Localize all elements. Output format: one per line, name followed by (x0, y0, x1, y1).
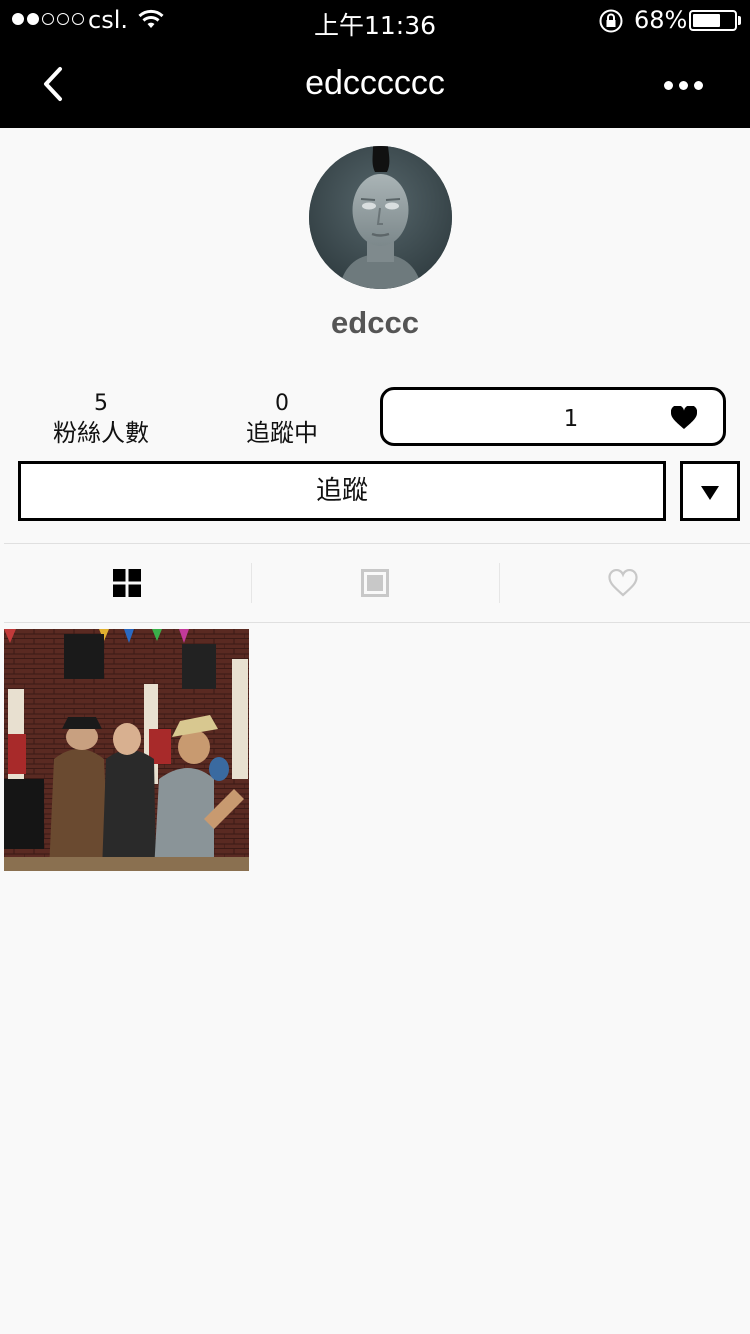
profile-username: edccc (331, 305, 419, 340)
post-thumbnail[interactable] (4, 629, 249, 871)
battery-percent: 68% (634, 6, 688, 34)
triangle-down-icon (701, 486, 719, 500)
tab-grid[interactable] (4, 552, 249, 614)
more-options-button[interactable] (664, 72, 710, 98)
follow-button[interactable]: 追蹤 (18, 461, 666, 521)
grid-icon (112, 569, 141, 597)
heart-filled-icon (671, 406, 697, 429)
dropdown-button[interactable] (680, 461, 740, 521)
divider (4, 622, 750, 623)
avatar-image (309, 146, 452, 289)
followers-stat[interactable]: 5 粉絲人數 (21, 390, 181, 448)
top-bar: csl. 上午11:36 68% edcccccc (0, 0, 750, 128)
tab-single-post[interactable] (252, 552, 497, 614)
divider (4, 543, 750, 544)
following-label: 追蹤中 (246, 419, 318, 447)
followers-label: 粉絲人數 (53, 419, 149, 447)
avatar[interactable] (309, 146, 452, 289)
followers-count: 5 (94, 391, 108, 416)
battery-cap (738, 16, 741, 25)
tab-liked[interactable] (500, 552, 745, 614)
heart-outline-icon (607, 569, 638, 597)
likes-button[interactable]: 1 (380, 387, 726, 446)
ellipsis-icon (664, 80, 673, 90)
battery-icon (689, 10, 737, 31)
following-count: 0 (275, 391, 289, 416)
status-bar: csl. 上午11:36 68% (0, 0, 750, 40)
back-button[interactable] (34, 64, 74, 104)
single-post-icon (360, 569, 389, 597)
page-title: edcccccc (305, 64, 445, 102)
following-stat[interactable]: 0 追蹤中 (202, 390, 362, 448)
rotation-lock-icon (599, 9, 623, 33)
post-image (4, 629, 249, 871)
